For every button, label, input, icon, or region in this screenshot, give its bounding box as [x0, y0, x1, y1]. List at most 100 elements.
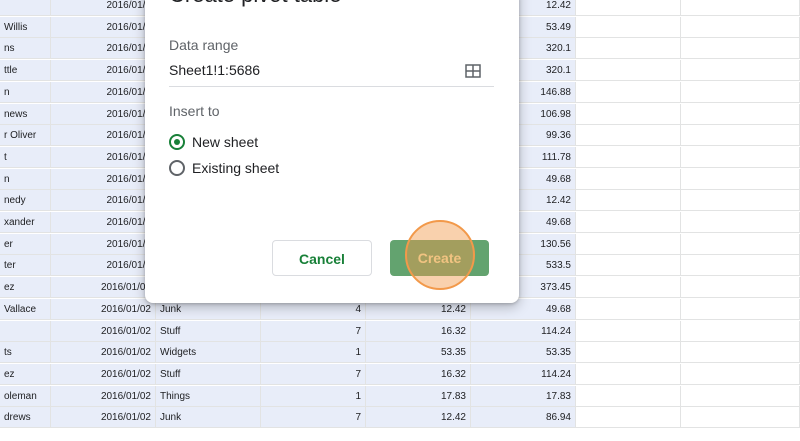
- table-cell[interactable]: [576, 277, 681, 299]
- table-cell[interactable]: 1: [261, 385, 366, 407]
- table-cell[interactable]: 2016/01/02: [51, 407, 156, 429]
- table-cell[interactable]: [681, 81, 800, 103]
- table-cell[interactable]: [576, 168, 681, 190]
- table-cell[interactable]: 2016/01/02: [51, 385, 156, 407]
- new-sheet-radio[interactable]: [169, 134, 185, 150]
- table-cell[interactable]: [681, 320, 800, 342]
- table-cell[interactable]: Stuff: [156, 363, 261, 385]
- table-cell[interactable]: [681, 363, 800, 385]
- table-cell[interactable]: 2016/01/02: [51, 298, 156, 320]
- table-cell[interactable]: 2016/01/0: [51, 125, 156, 147]
- table-cell[interactable]: news: [0, 103, 51, 125]
- table-cell[interactable]: 7: [261, 320, 366, 342]
- table-cell[interactable]: 17.83: [366, 385, 471, 407]
- table-cell[interactable]: [0, 320, 51, 342]
- table-cell[interactable]: 7: [261, 363, 366, 385]
- table-cell[interactable]: n: [0, 81, 51, 103]
- table-cell[interactable]: [681, 16, 800, 38]
- table-cell[interactable]: ttle: [0, 60, 51, 82]
- table-cell[interactable]: [576, 103, 681, 125]
- table-cell[interactable]: [576, 38, 681, 60]
- table-cell[interactable]: 2016/01/0: [51, 60, 156, 82]
- table-cell[interactable]: n: [0, 168, 51, 190]
- table-cell[interactable]: [576, 385, 681, 407]
- table-cell[interactable]: [0, 0, 51, 16]
- existing-sheet-label[interactable]: Existing sheet: [192, 160, 279, 176]
- table-cell[interactable]: [576, 363, 681, 385]
- table-cell[interactable]: 2016/01/02: [51, 277, 156, 299]
- table-cell[interactable]: 17.83: [471, 385, 576, 407]
- table-cell[interactable]: 16.32: [366, 320, 471, 342]
- table-cell[interactable]: [681, 255, 800, 277]
- table-cell[interactable]: Junk: [156, 407, 261, 429]
- table-cell[interactable]: 53.35: [366, 342, 471, 364]
- table-cell[interactable]: 2016/01/0: [51, 190, 156, 212]
- table-cell[interactable]: [681, 60, 800, 82]
- table-cell[interactable]: ts: [0, 342, 51, 364]
- table-cell[interactable]: [681, 233, 800, 255]
- table-cell[interactable]: er: [0, 233, 51, 255]
- data-range-input[interactable]: Sheet1!1:5686: [169, 62, 260, 78]
- table-cell[interactable]: 114.24: [471, 320, 576, 342]
- table-cell[interactable]: 2016/01/02: [51, 320, 156, 342]
- table-cell[interactable]: Willis: [0, 16, 51, 38]
- table-cell[interactable]: ter: [0, 255, 51, 277]
- table-cell[interactable]: [681, 277, 800, 299]
- table-cell[interactable]: [681, 168, 800, 190]
- table-cell[interactable]: 2016/01/0: [51, 233, 156, 255]
- table-cell[interactable]: nedy: [0, 190, 51, 212]
- table-cell[interactable]: [576, 320, 681, 342]
- table-cell[interactable]: ns: [0, 38, 51, 60]
- table-cell[interactable]: 2016/01/0: [51, 212, 156, 233]
- table-cell[interactable]: [576, 255, 681, 277]
- existing-sheet-radio[interactable]: [169, 160, 185, 176]
- table-cell[interactable]: 86.94: [471, 407, 576, 429]
- table-cell[interactable]: t: [0, 146, 51, 168]
- table-cell[interactable]: [681, 38, 800, 60]
- table-cell[interactable]: 2016/01/0: [51, 168, 156, 190]
- table-cell[interactable]: [576, 146, 681, 168]
- table-cell[interactable]: r Oliver: [0, 125, 51, 147]
- cancel-button[interactable]: Cancel: [272, 240, 372, 276]
- table-cell[interactable]: [576, 81, 681, 103]
- table-cell[interactable]: 114.24: [471, 363, 576, 385]
- table-cell[interactable]: [576, 125, 681, 147]
- table-cell[interactable]: [681, 212, 800, 233]
- table-cell[interactable]: [576, 212, 681, 233]
- table-cell[interactable]: Stuff: [156, 320, 261, 342]
- table-cell[interactable]: ez: [0, 363, 51, 385]
- table-cell[interactable]: [576, 190, 681, 212]
- table-cell[interactable]: 2016/01/0: [51, 38, 156, 60]
- table-cell[interactable]: [576, 407, 681, 429]
- table-cell[interactable]: 2016/01/02: [51, 363, 156, 385]
- table-cell[interactable]: 2016/01/0: [51, 146, 156, 168]
- table-cell[interactable]: xander: [0, 212, 51, 233]
- table-cell[interactable]: [681, 0, 800, 16]
- table-cell[interactable]: [576, 60, 681, 82]
- table-cell[interactable]: [681, 385, 800, 407]
- table-cell[interactable]: Things: [156, 385, 261, 407]
- grid-icon[interactable]: [465, 64, 481, 78]
- table-cell[interactable]: [681, 298, 800, 320]
- table-cell[interactable]: 53.35: [471, 342, 576, 364]
- table-cell[interactable]: 2016/01/0: [51, 16, 156, 38]
- table-cell[interactable]: 2016/01/0: [51, 103, 156, 125]
- table-cell[interactable]: [576, 16, 681, 38]
- table-cell[interactable]: 7: [261, 407, 366, 429]
- table-cell[interactable]: 2016/01/0: [51, 81, 156, 103]
- table-cell[interactable]: 1: [261, 342, 366, 364]
- table-cell[interactable]: 12.42: [366, 407, 471, 429]
- table-cell[interactable]: drews: [0, 407, 51, 429]
- table-cell[interactable]: 2016/01/0: [51, 255, 156, 277]
- table-cell[interactable]: [576, 0, 681, 16]
- table-cell[interactable]: [681, 342, 800, 364]
- table-cell[interactable]: [576, 233, 681, 255]
- new-sheet-label[interactable]: New sheet: [192, 134, 258, 150]
- table-cell[interactable]: [681, 190, 800, 212]
- table-cell[interactable]: 16.32: [366, 363, 471, 385]
- table-cell[interactable]: [681, 407, 800, 429]
- table-cell[interactable]: [576, 298, 681, 320]
- table-cell[interactable]: oleman: [0, 385, 51, 407]
- table-cell[interactable]: 2016/01/0: [51, 0, 156, 16]
- table-cell[interactable]: Vallace: [0, 298, 51, 320]
